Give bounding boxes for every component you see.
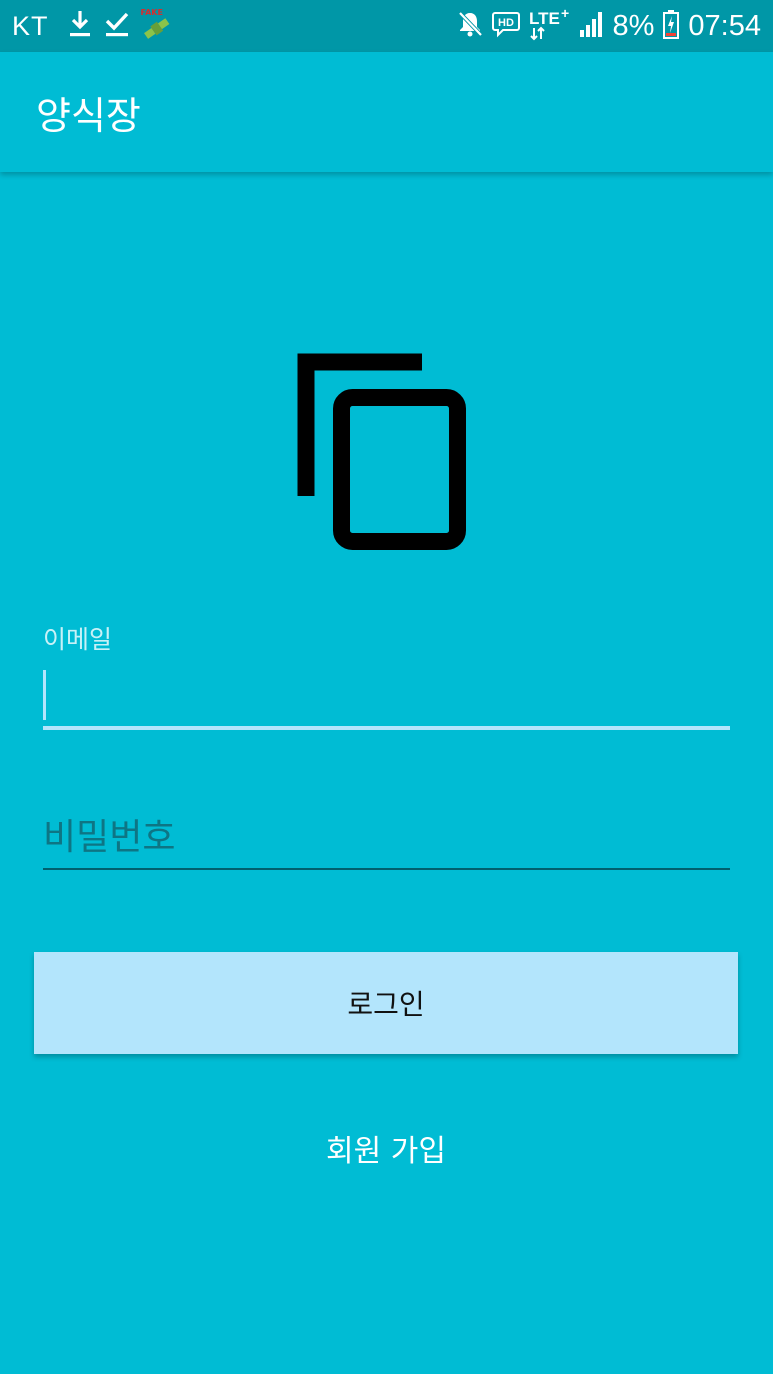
signal-icon bbox=[579, 10, 605, 42]
status-bar-right: HD LTE + 8% 07:54 bbox=[457, 5, 761, 45]
download-done-icon bbox=[103, 9, 131, 43]
fake-gps-icon: FAKE bbox=[140, 8, 173, 42]
mute-icon bbox=[457, 10, 483, 42]
network-label: LTE bbox=[529, 9, 560, 28]
app-title: 양식장 bbox=[36, 93, 141, 138]
status-bar-left: KT FAKE bbox=[12, 8, 173, 43]
email-input[interactable] bbox=[43, 668, 730, 726]
download-icon bbox=[67, 9, 93, 43]
battery-charging-icon bbox=[662, 9, 680, 43]
lte-plus-icon: LTE + bbox=[529, 5, 571, 45]
password-input[interactable] bbox=[43, 806, 730, 868]
login-button[interactable]: 로그인 bbox=[34, 952, 738, 1054]
email-field[interactable] bbox=[43, 668, 730, 730]
hd-label: HD bbox=[498, 17, 514, 29]
signup-button[interactable]: 회원 가입 bbox=[236, 1112, 536, 1184]
email-label: 이메일 bbox=[43, 625, 113, 654]
text-cursor bbox=[43, 670, 46, 720]
carrier-name: KT bbox=[12, 10, 49, 41]
fake-gps-label: FAKE bbox=[140, 8, 163, 17]
network-plus: + bbox=[561, 7, 569, 21]
password-field[interactable] bbox=[43, 806, 730, 870]
battery-percent: 8% bbox=[612, 9, 655, 42]
status-bar: KT FAKE HD LTE + 8% 07:54 bbox=[0, 0, 773, 52]
app-bar: 양식장 bbox=[0, 52, 773, 172]
hd-voice-icon: HD bbox=[491, 10, 521, 42]
copy-icon bbox=[296, 352, 470, 556]
clock: 07:54 bbox=[688, 9, 761, 42]
